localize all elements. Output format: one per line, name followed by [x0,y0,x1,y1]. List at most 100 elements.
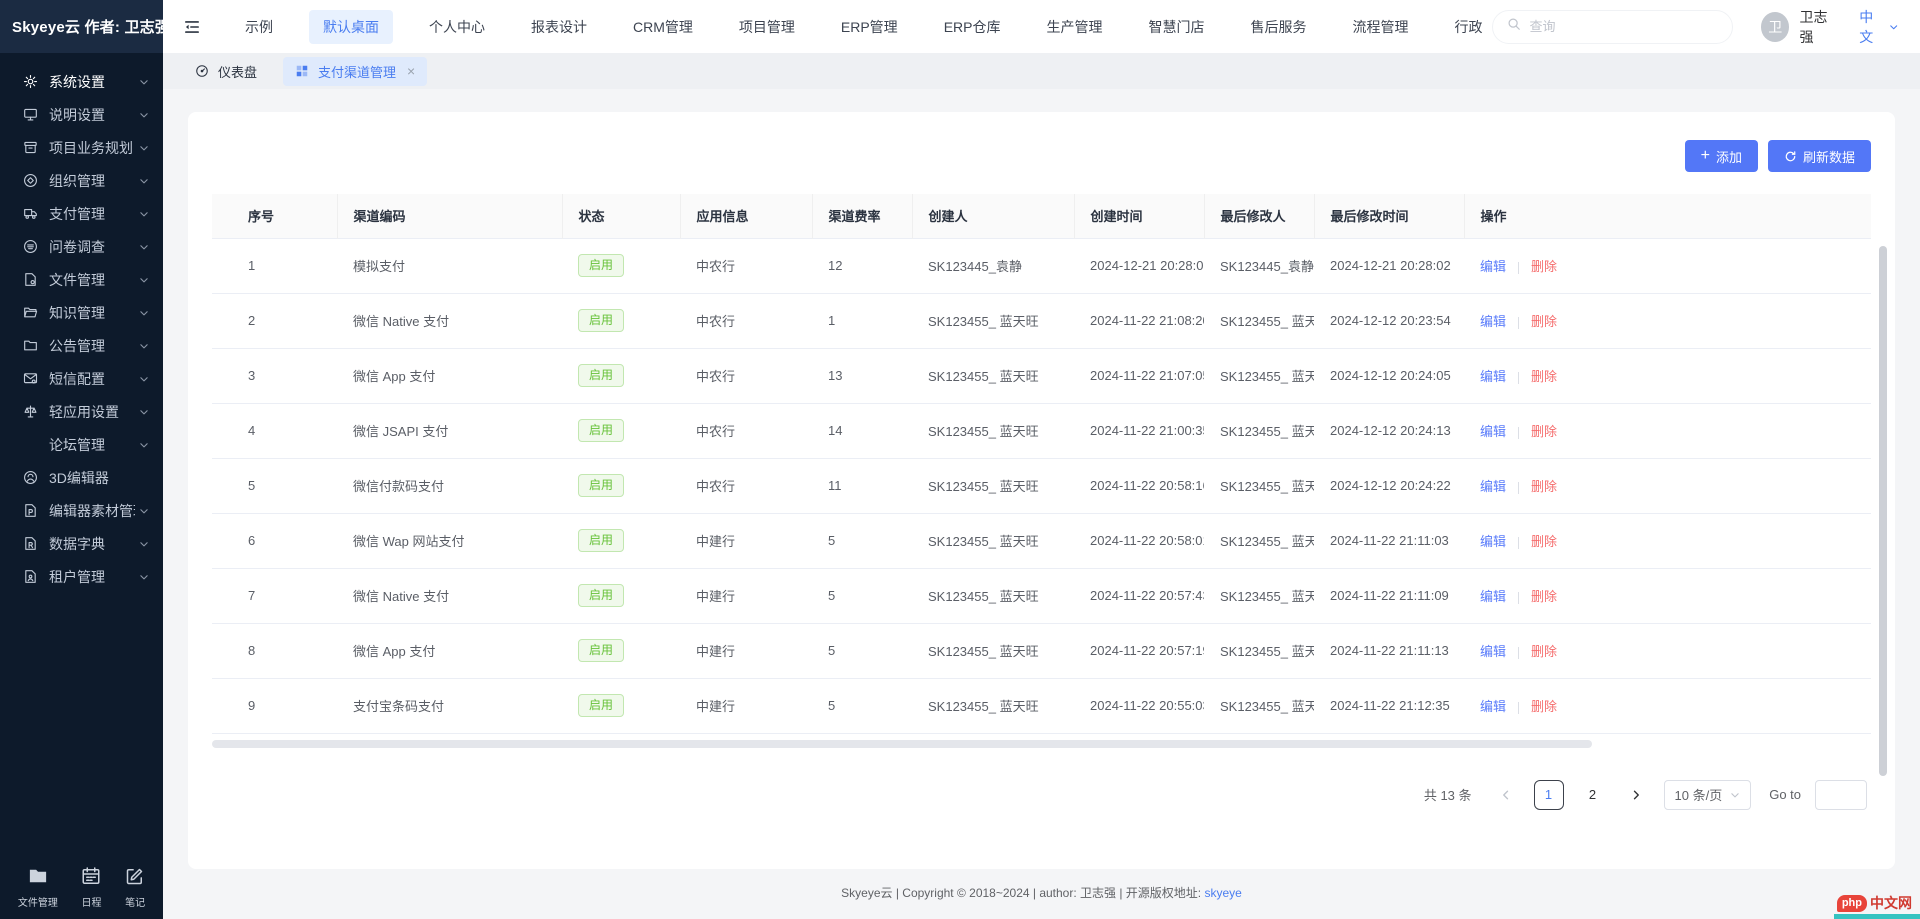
horizontal-scrollbar[interactable] [212,740,1592,748]
nav-item-智慧门店[interactable]: 智慧门店 [1138,10,1214,44]
page-size-select[interactable]: 10 条/页 [1664,780,1752,810]
status-badge: 启用 [578,419,624,441]
cell-created: 2024-11-22 21:00:35 [1074,403,1204,458]
nav-item-报表设计[interactable]: 报表设计 [521,10,597,44]
column-header-最后修改人: 最后修改人 [1204,194,1314,238]
sidebar-item-租户管理[interactable]: 租户管理 [0,560,163,593]
nav-item-示例[interactable]: 示例 [235,10,283,44]
edit-link[interactable]: 编辑 [1480,479,1506,494]
cell-created: 2024-12-21 20:28:02 [1074,238,1204,293]
goto-label: Go to [1769,787,1801,802]
search-box[interactable] [1492,10,1733,44]
sidebar: Skyeye云 作者: 卫志强 系统设置说明设置项目业务规划组织管理支付管理问卷… [0,0,163,919]
folder-icon [22,338,38,354]
column-header-渠道费率: 渠道费率 [812,194,912,238]
nav-item-流程管理[interactable]: 流程管理 [1342,10,1418,44]
sidebar-item-支付管理[interactable]: 支付管理 [0,197,163,230]
file-p-icon [22,503,38,519]
sidebar-item-系统设置[interactable]: 系统设置 [0,65,163,98]
sidebar-item-项目业务规划[interactable]: 项目业务规划 [0,131,163,164]
cell-modified: 2024-12-21 20:28:02 [1314,238,1464,293]
delete-link[interactable]: 删除 [1531,369,1557,384]
cell-app: 中建行 [680,623,812,678]
edit-link[interactable]: 编辑 [1480,369,1506,384]
sidebar-item-知识管理[interactable]: 知识管理 [0,296,163,329]
cell-modified: 2024-12-12 20:24:22 [1314,458,1464,513]
delete-link[interactable]: 删除 [1531,589,1557,604]
edit-link[interactable]: 编辑 [1480,314,1506,329]
cell-app: 中建行 [680,568,812,623]
action-divider [1518,537,1519,549]
sidebar-item-数据字典[interactable]: 数据字典 [0,527,163,560]
nav-item-项目管理[interactable]: 项目管理 [729,10,805,44]
edit-link[interactable]: 编辑 [1480,699,1506,714]
prev-page-button[interactable] [1492,781,1520,809]
cell-creator: SK123455_ 蓝天旺 [912,513,1074,568]
next-page-button[interactable] [1622,781,1650,809]
add-button[interactable]: + 添加 [1685,140,1758,172]
chevron-down-icon [139,176,149,186]
cell-modifier: SK123455_ 蓝天旺 [1204,623,1314,678]
edit-link[interactable]: 编辑 [1480,534,1506,549]
edit-link[interactable]: 编辑 [1480,259,1506,274]
sidebar-item-问卷调查[interactable]: 问卷调查 [0,230,163,263]
delete-link[interactable]: 删除 [1531,314,1557,329]
nav-item-ERP管理[interactable]: ERP管理 [831,10,908,44]
sidebar-item-说明设置[interactable]: 说明设置 [0,98,163,131]
cell-app: 中建行 [680,513,812,568]
nav-item-售后服务[interactable]: 售后服务 [1240,10,1316,44]
action-divider [1518,427,1519,439]
tab-仪表盘[interactable]: 仪表盘 [183,57,269,86]
sidebar-item-3D编辑器[interactable]: 3D编辑器 [0,461,163,494]
sidebar-item-编辑器素材管理[interactable]: 编辑器素材管理 [0,494,163,527]
cell-rate: 5 [812,568,912,623]
delete-link[interactable]: 删除 [1531,699,1557,714]
goto-page-input[interactable] [1815,780,1867,810]
sidebar-item-组织管理[interactable]: 组织管理 [0,164,163,197]
delete-link[interactable]: 删除 [1531,259,1557,274]
tab-支付渠道管理[interactable]: 支付渠道管理× [283,57,427,86]
sidebar-item-轻应用设置[interactable]: 轻应用设置 [0,395,163,428]
sidebar-item-短信配置[interactable]: 短信配置 [0,362,163,395]
delete-link[interactable]: 删除 [1531,424,1557,439]
nav-item-默认桌面[interactable]: 默认桌面 [309,10,393,44]
language-selector[interactable]: 中文 [1859,7,1898,47]
delete-link[interactable]: 删除 [1531,479,1557,494]
cell-modifier: SK123455_ 蓝天旺 [1204,293,1314,348]
sidebar-shortcut-文件管理[interactable]: 文件管理 [18,866,58,909]
nav-item-CRM管理[interactable]: CRM管理 [623,10,703,44]
edit-link[interactable]: 编辑 [1480,424,1506,439]
nav-item-个人中心[interactable]: 个人中心 [419,10,495,44]
delete-link[interactable]: 删除 [1531,534,1557,549]
column-header-应用信息: 应用信息 [680,194,812,238]
sidebar-shortcut-日程[interactable]: 日程 [81,866,101,909]
nav-item-ERP仓库[interactable]: ERP仓库 [934,10,1011,44]
edit-link[interactable]: 编辑 [1480,589,1506,604]
collapse-menu-icon[interactable] [183,18,201,36]
sidebar-item-文件管理[interactable]: 文件管理 [0,263,163,296]
page-button-2[interactable]: 2 [1578,780,1608,810]
table-row: 7 微信 Native 支付 启用 中建行 5 SK123455_ 蓝天旺 20… [212,568,1871,623]
sidebar-item-论坛管理[interactable]: 论坛管理 [0,428,163,461]
action-divider [1518,372,1519,384]
content-card: + 添加 刷新数据 序号渠道编码状态应用信息渠道费率创建人创建时 [188,112,1895,869]
nav-item-生产管理[interactable]: 生产管理 [1036,10,1112,44]
search-input[interactable] [1529,19,1718,34]
delete-link[interactable]: 删除 [1531,644,1557,659]
avatar[interactable]: 卫 [1761,12,1789,42]
sidebar-item-公告管理[interactable]: 公告管理 [0,329,163,362]
user-name[interactable]: 卫志强 [1799,7,1839,47]
refresh-button[interactable]: 刷新数据 [1768,140,1871,172]
close-icon[interactable]: × [407,64,415,78]
cell-index: 2 [212,293,337,348]
status-badge: 启用 [578,694,624,716]
nav-item-行政[interactable]: 行政 [1444,10,1492,44]
refresh-icon [1784,150,1797,163]
sidebar-shortcut-笔记[interactable]: 笔记 [125,866,145,909]
vertical-scrollbar[interactable] [1879,246,1887,776]
footer-link[interactable]: skyeye [1205,886,1242,900]
table-row: 6 微信 Wap 网站支付 启用 中建行 5 SK123455_ 蓝天旺 202… [212,513,1871,568]
action-divider [1518,647,1519,659]
edit-link[interactable]: 编辑 [1480,644,1506,659]
page-button-1[interactable]: 1 [1534,780,1564,810]
